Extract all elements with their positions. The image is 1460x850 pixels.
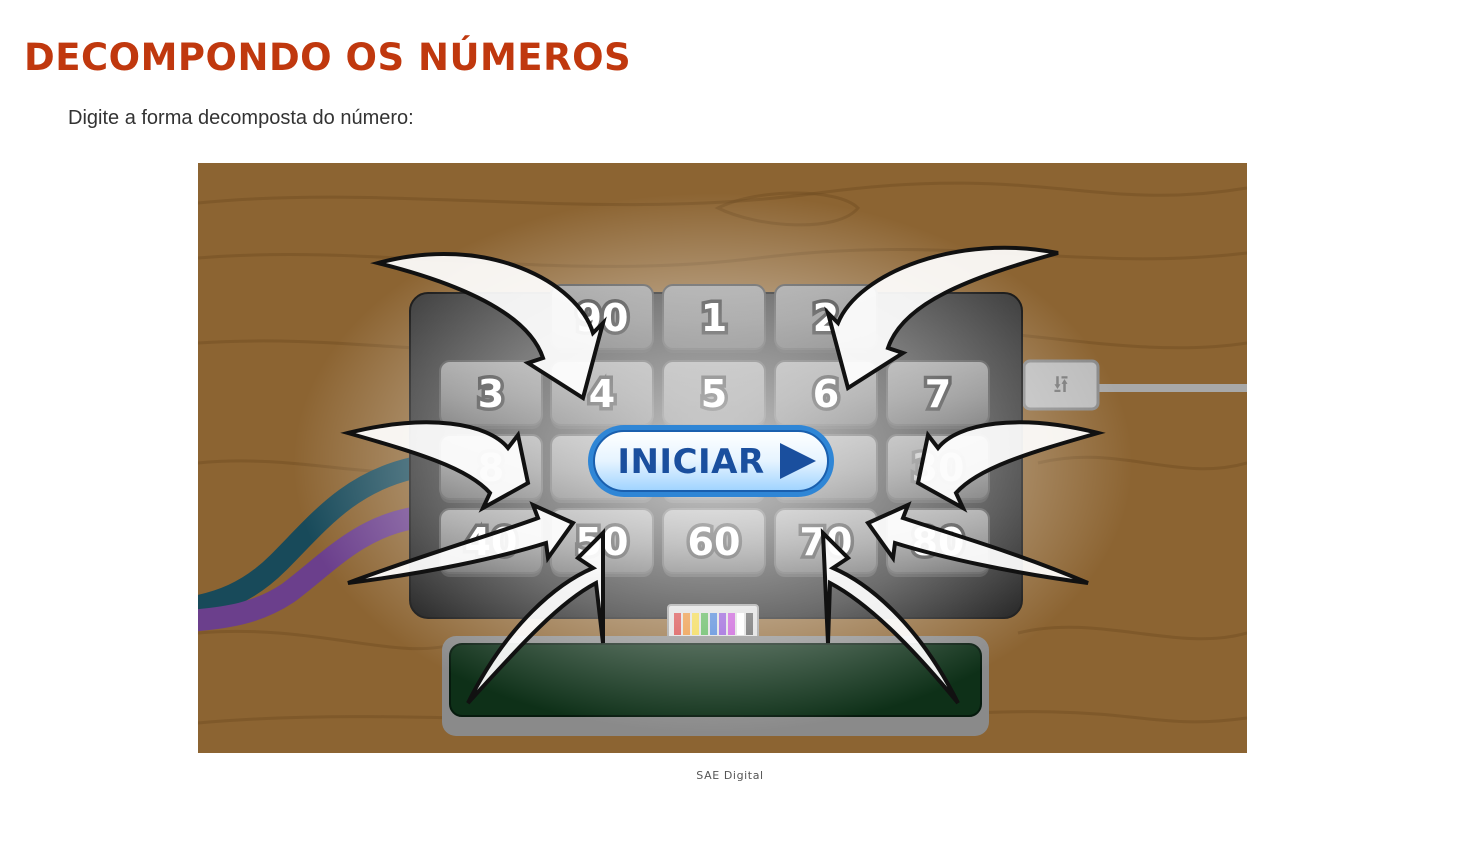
start-button[interactable]: INICIAR xyxy=(588,425,834,497)
instruction-text: Digite a forma decomposta do número: xyxy=(68,107,414,129)
game-canvas[interactable]: ⭿ 9012345678304050607080 xyxy=(198,163,1247,753)
page-title: DECOMPONDO OS NÚMEROS xyxy=(24,36,632,79)
image-credit: SAE Digital xyxy=(696,769,764,782)
start-button-label: INICIAR xyxy=(617,442,764,482)
